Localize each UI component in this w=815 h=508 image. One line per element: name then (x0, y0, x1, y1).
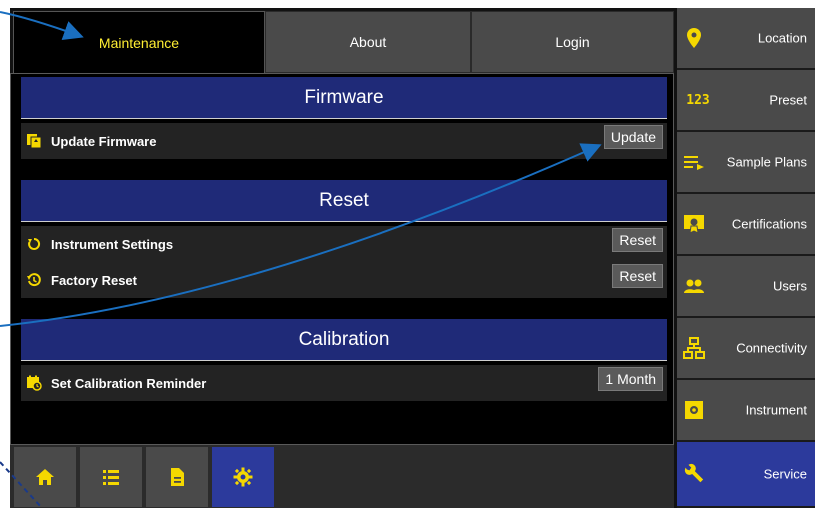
sidebar-label: Service (763, 466, 807, 482)
sidebar-item-connectivity[interactable]: Connectivity (677, 318, 815, 380)
sidebar-label: Sample Plans (726, 154, 807, 170)
maintenance-panel: Firmware Update Firmware Update Reset In… (10, 73, 674, 445)
network-icon (683, 337, 705, 359)
home-icon (36, 469, 54, 485)
document-icon (171, 468, 184, 486)
sidebar-item-location[interactable]: Location (677, 8, 815, 70)
sidebar-label: Connectivity (736, 340, 807, 356)
row-label: Update Firmware (51, 133, 157, 149)
calibration-reminder-select[interactable]: 1 Month (598, 367, 663, 391)
bottom-nav (10, 445, 674, 508)
sidebar-item-users[interactable]: Users (677, 256, 815, 318)
section-header-firmware: Firmware (21, 77, 667, 119)
row-label: Instrument Settings (51, 236, 174, 252)
section-header-calibration: Calibration (21, 319, 667, 361)
sidebar-label: Instrument (745, 402, 807, 418)
bottom-nav-document[interactable] (146, 447, 208, 507)
factory-reset-button[interactable]: Reset (612, 264, 663, 288)
bottom-nav-home[interactable] (14, 447, 76, 507)
wrench-icon (683, 463, 705, 485)
sidebar-label: Certifications (731, 216, 807, 232)
reset-icon (25, 235, 43, 253)
sidebar-item-sample-plans[interactable]: Sample Plans (677, 132, 815, 194)
sidebar-label: Location (757, 30, 807, 46)
sidebar-label: Preset (769, 92, 807, 108)
row-instrument-settings: Instrument Settings Reset (21, 226, 667, 262)
row-factory-reset: Factory Reset Reset (21, 262, 667, 298)
firmware-update-icon (25, 132, 43, 150)
playlist-icon (683, 151, 705, 173)
location-pin-icon (683, 27, 705, 49)
tab-login[interactable]: Login (471, 11, 674, 73)
row-label: Set Calibration Reminder (51, 375, 207, 391)
bottom-nav-list[interactable] (80, 447, 142, 507)
list-icon (103, 470, 119, 485)
reset-instrument-settings-button[interactable]: Reset (612, 228, 663, 252)
sidebar-item-instrument[interactable]: Instrument (677, 380, 815, 442)
history-icon (25, 271, 43, 289)
instrument-icon (683, 399, 705, 421)
gear-icon (233, 467, 253, 487)
device-screen: Maintenance About Login Firmware Update … (10, 8, 815, 508)
certificate-icon (683, 213, 705, 235)
numbers-123-icon: 123 (686, 92, 710, 108)
users-icon (683, 275, 705, 297)
tab-maintenance[interactable]: Maintenance (13, 11, 265, 73)
update-button[interactable]: Update (603, 125, 663, 149)
sidebar-item-certifications[interactable]: Certifications (677, 194, 815, 256)
row-update-firmware: Update Firmware Update (21, 123, 667, 159)
tab-about[interactable]: About (265, 11, 471, 73)
section-header-reset: Reset (21, 180, 667, 222)
bottom-nav-settings[interactable] (212, 447, 274, 507)
sidebar-item-service[interactable]: Service (677, 442, 815, 508)
sidebar-label: Users (773, 278, 807, 294)
row-calibration-reminder: Set Calibration Reminder 1 Month (21, 365, 667, 401)
row-label: Factory Reset (51, 272, 137, 288)
sidebar-item-preset[interactable]: 123 Preset (677, 70, 815, 132)
calendar-clock-icon (25, 374, 43, 392)
